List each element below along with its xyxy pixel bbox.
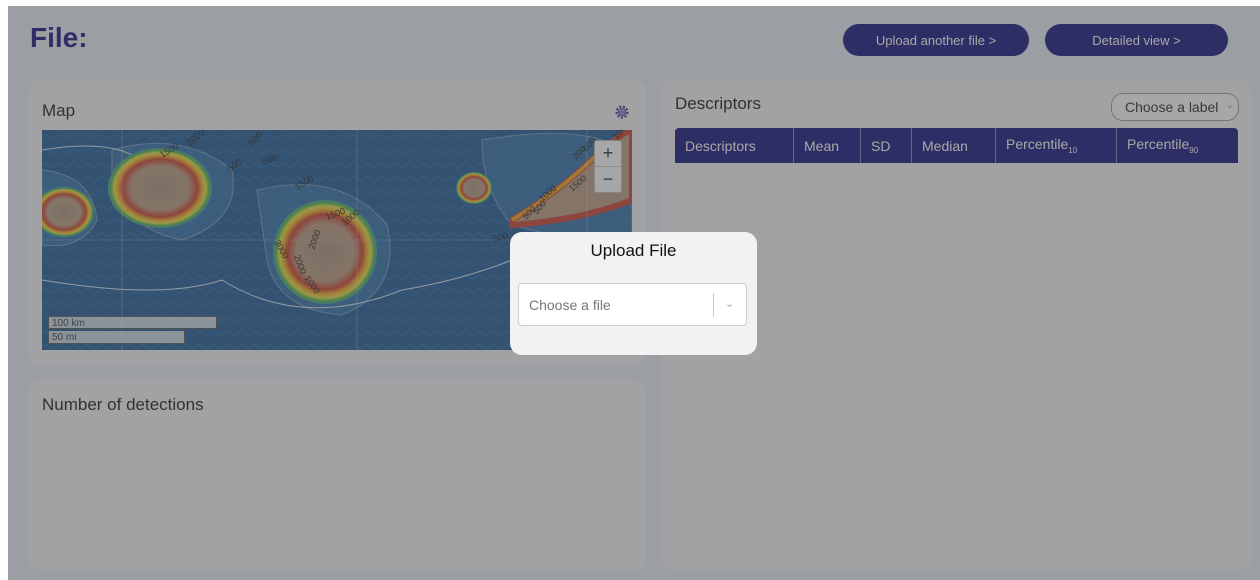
page: File: Upload another file > Detailed vie… xyxy=(8,6,1260,580)
chevron-down-icon[interactable]: ⌄ xyxy=(725,297,734,310)
upload-file-modal: Upload File Choose a file ⌄ xyxy=(510,232,757,355)
choose-file-placeholder: Choose a file xyxy=(529,297,611,313)
modal-title: Upload File xyxy=(590,241,677,260)
select-divider xyxy=(713,293,714,317)
choose-file-select[interactable]: Choose a file ⌄ xyxy=(518,283,747,326)
